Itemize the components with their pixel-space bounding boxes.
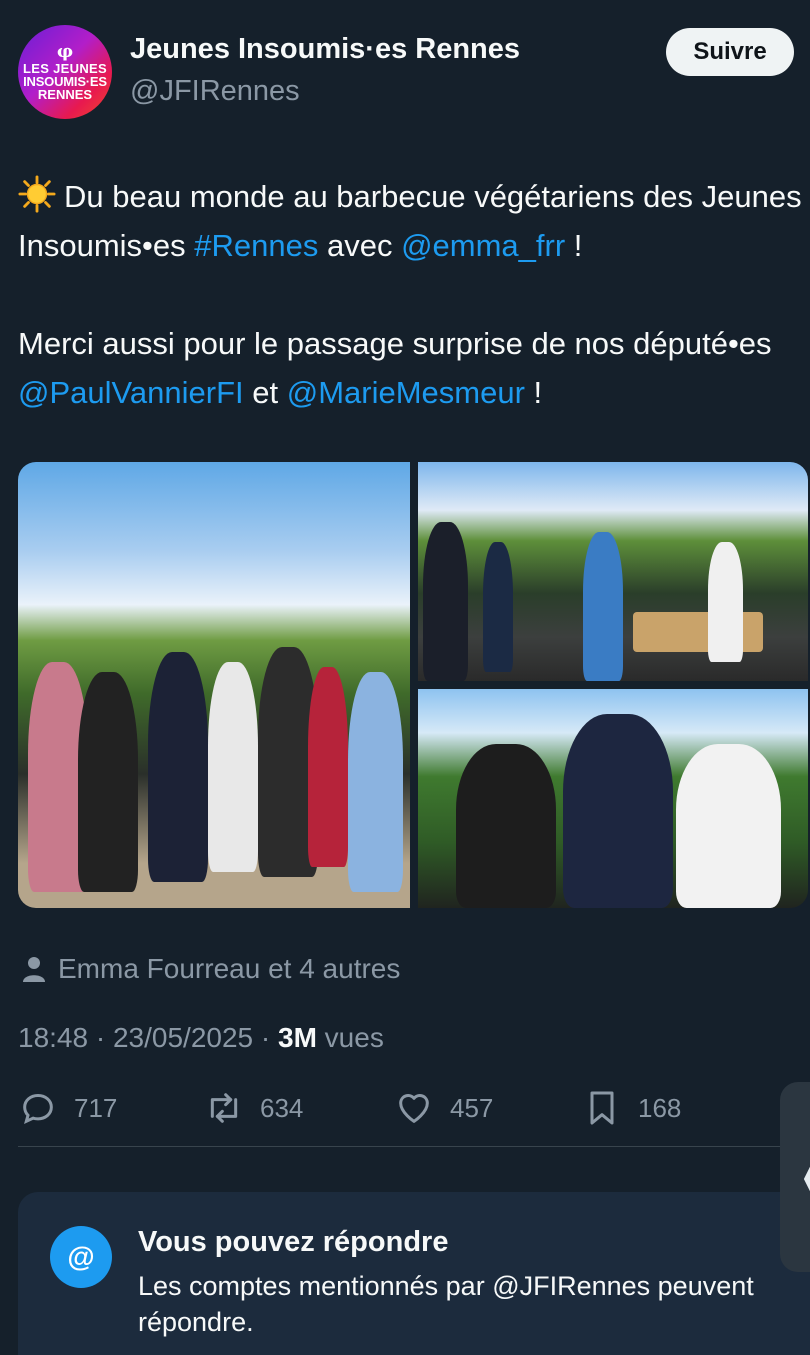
reply-button[interactable]: 717 <box>18 1088 117 1128</box>
tweet-meta: 18:48 · 23/05/2025 · 3M vues <box>18 1022 384 1054</box>
views-label: vues <box>316 1022 384 1053</box>
bookmark-icon <box>590 1091 614 1125</box>
heart-icon <box>399 1094 429 1123</box>
tweet-text-part: Merci aussi pour le passage surprise de … <box>18 326 772 361</box>
tweet-text-part: ! <box>524 375 543 410</box>
bookmark-count: 168 <box>638 1092 682 1123</box>
tweet-paragraph-1: Du beau monde au barbecue végétariens de… <box>18 172 803 270</box>
tweet-paragraph-2: Merci aussi pour le passage surprise de … <box>18 319 803 417</box>
mention-emma-link[interactable]: @emma_frr <box>401 228 565 263</box>
meta-separator: · <box>88 1022 113 1053</box>
tweet-text-part: ! <box>565 228 583 263</box>
retweet-count: 634 <box>260 1092 304 1123</box>
person-icon <box>23 957 45 982</box>
meta-separator: · <box>253 1022 278 1053</box>
like-button[interactable]: 457 <box>394 1088 493 1128</box>
side-panel-handle[interactable]: ❬ <box>780 1082 810 1272</box>
liked-by-text: Emma Fourreau et 4 autres <box>58 953 401 984</box>
liked-by[interactable]: Emma Fourreau et 4 autres <box>22 953 400 985</box>
sun-emoji-icon <box>18 175 56 213</box>
photo-trio[interactable] <box>418 689 808 908</box>
mention-mariemesmeur-link[interactable]: @MarieMesmeur <box>287 375 525 410</box>
chevron-left-icon: ❬ <box>794 1148 810 1202</box>
avatar[interactable]: φ LES JEUNES INSOUMIS·ES RENNES <box>18 25 112 119</box>
tweet-text: Du beau monde au barbecue végétariens de… <box>18 172 803 417</box>
tweet-text-part: avec <box>318 228 402 263</box>
retweet-icon <box>210 1093 238 1123</box>
tweet-date[interactable]: 23/05/2025 <box>113 1022 253 1053</box>
reply-restriction-description: Les comptes mentionnés par @JFIRennes pe… <box>138 1271 754 1337</box>
account-handle[interactable]: @JFIRennes <box>130 75 300 108</box>
at-sign-icon: @ <box>50 1226 112 1288</box>
action-bar: 717 634 457 168 <box>18 1088 810 1132</box>
hashtag-rennes-link[interactable]: #Rennes <box>194 228 318 263</box>
tweet-time[interactable]: 18:48 <box>18 1022 88 1053</box>
reply-count: 717 <box>74 1092 118 1123</box>
account-name[interactable]: Jeunes Insoumis·es Rennes <box>130 33 520 66</box>
reply-icon <box>23 1093 53 1125</box>
mention-paulvannier-link[interactable]: @PaulVannierFI <box>18 375 244 410</box>
tweet-text-part: et <box>243 375 287 410</box>
bookmark-button[interactable]: 168 <box>582 1088 681 1128</box>
media-grid <box>18 462 808 908</box>
view-count: 3M <box>278 1022 317 1053</box>
reply-restriction-title: Vous pouvez répondre <box>138 1226 449 1258</box>
avatar-phi: φ <box>56 41 74 62</box>
retweet-button[interactable]: 634 <box>204 1088 303 1128</box>
avatar-text-line3: RENNES <box>37 87 93 102</box>
photo-group[interactable] <box>18 462 410 908</box>
reply-restriction-card: @ Vous pouvez répondre Les comptes menti… <box>18 1192 810 1355</box>
photo-barbecue[interactable] <box>418 462 808 681</box>
follow-button[interactable]: Suivre <box>666 28 794 76</box>
like-count: 457 <box>450 1092 494 1123</box>
divider <box>18 1146 810 1147</box>
